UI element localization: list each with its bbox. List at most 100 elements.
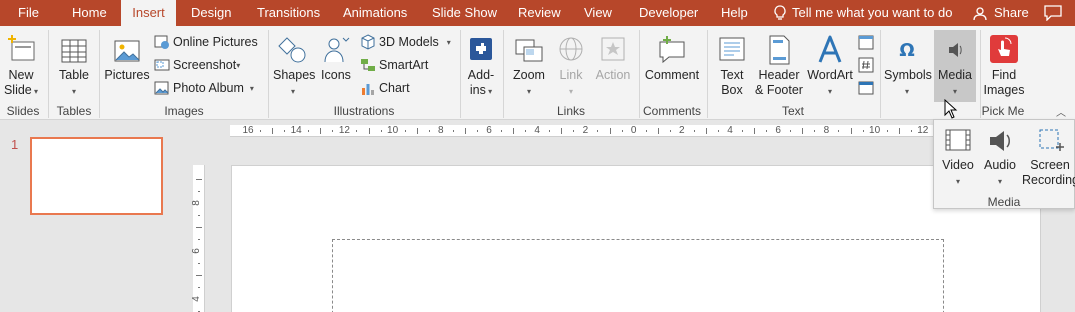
ruler-tick-mark [428,130,430,132]
ruler-tick-mark [196,227,202,228]
tab-design[interactable]: Design [191,0,231,26]
ruler-tick-mark [766,130,768,132]
icons-button[interactable]: Icons [318,34,354,83]
add-ins-button[interactable]: Add- ins ▾ [463,34,499,99]
screen-recording-button[interactable]: Screen Recording [1022,126,1075,188]
screenshot-label: Screenshot [173,58,237,72]
omega-icon: Ω [899,40,914,61]
video-button[interactable]: Video ▾ [940,126,976,189]
ruler-tick-mark [332,130,334,132]
tab-insert[interactable]: Insert [121,0,176,27]
shapes-label: Shapes [273,68,316,82]
ruler-tick-mark [862,130,864,132]
audio-button[interactable]: Audio ▾ [982,126,1018,189]
ruler-tick-mark [196,179,202,180]
comment-button[interactable]: Comment [643,34,701,83]
shapes-button[interactable]: Shapes ▾ [273,34,316,99]
calendar-icon [858,35,874,50]
insert-ribbon: New Slide ▾ Slides Table ▾ Tables Pictur… [0,26,1075,120]
chevron-down-icon: ▾ [568,87,573,96]
group-separator [707,30,708,118]
ruler-tick-label: 4 [727,125,733,136]
screen-recording-icon [1039,129,1064,151]
ruler-tick-mark [416,128,418,134]
content-placeholder[interactable] [332,239,944,312]
zoom-button[interactable]: Zoom ▾ [508,34,550,99]
pictures-label: Pictures [104,68,150,82]
tab-transitions[interactable]: Transitions [257,0,320,26]
audio-label: Audio [984,158,1016,172]
group-label-links: Links [556,104,585,118]
ruler-tick-mark [513,128,515,134]
tab-view[interactable]: View [584,0,612,26]
media-button[interactable]: Media ▾ [934,30,976,102]
tab-home[interactable]: Home [72,0,107,26]
text-box-button[interactable]: Text Box [713,34,751,98]
screen-recording-label-1: Screen [1030,158,1070,172]
video-label: Video [942,158,974,172]
online-pictures-button[interactable]: Online Pictures [154,32,258,52]
ruler-tick-mark [198,239,200,240]
tab-developer[interactable]: Developer [639,0,698,26]
link-button[interactable]: Link ▾ [553,34,589,99]
wordart-label: WordArt [807,68,853,82]
ruler-tick-mark [525,130,527,132]
ruler-tick-mark [198,263,200,264]
slide-thumbnail[interactable] [30,137,163,215]
chart-button[interactable]: Chart [360,78,410,98]
ruler-tick-mark [561,128,563,134]
find-images-button[interactable]: Find Images [982,34,1026,98]
action-button[interactable]: Action [592,34,634,83]
object-button[interactable] [858,78,877,98]
ruler-tick-mark [380,130,382,132]
ruler-tick-label: 10 [387,125,399,136]
photo-album-icon [154,81,169,95]
ruler-tick-mark [838,130,840,132]
tab-animations[interactable]: Animations [343,0,407,26]
ribbon-tab-bar: File Home Insert Design Transitions Anim… [0,0,1075,27]
ruler-tick-label: 4 [190,296,202,302]
new-slide-label-2: Slide [3,83,32,97]
slide-number-button[interactable] [858,55,877,75]
chevron-down-icon: ▾ [526,87,531,96]
ruler-tick-mark [717,130,719,132]
table-button[interactable]: Table ▾ [55,34,93,99]
mouse-cursor-icon [944,99,958,119]
chevron-down-icon: ▾ [446,37,451,47]
chevron-down-icon: ▾ [290,87,295,96]
ruler-tick-mark [910,130,912,132]
header-footer-button[interactable]: Header & Footer [754,34,804,98]
screenshot-button[interactable]: Screenshot ▾ [154,55,240,75]
collapse-ribbon-icon[interactable]: ︿ [1054,104,1068,119]
tab-slide-show[interactable]: Slide Show [432,0,497,26]
online-pictures-label: Online Pictures [173,35,258,49]
symbols-button[interactable]: Ω Symbols ▾ [884,34,932,99]
ruler-tick-label: 10 [869,125,881,136]
new-slide-button[interactable]: New Slide ▾ [3,34,39,99]
ruler-tick-mark [320,128,322,134]
group-separator [503,30,504,118]
group-label-illustrations: Illustrations [333,104,395,118]
comments-icon[interactable] [1044,0,1062,26]
ruler-tick-mark [476,130,478,132]
pictures-button[interactable]: Pictures [104,34,150,83]
smartart-button[interactable]: SmartArt [360,55,428,75]
photo-album-button[interactable]: Photo Album ▾ [154,78,254,98]
wordart-button[interactable]: WordArt ▾ [805,34,855,99]
group-separator [48,30,49,118]
tab-help[interactable]: Help [721,0,748,26]
ruler-tick-mark [645,130,647,132]
tab-review[interactable]: Review [518,0,561,26]
new-slide-label-1: New [8,68,34,82]
ruler-tick-mark [742,130,744,132]
tab-file[interactable]: File [18,0,39,26]
date-time-button[interactable] [858,32,877,52]
group-label-pick-me: Pick Me [981,104,1025,118]
3d-models-button[interactable]: 3D Models ▾ [360,32,451,52]
tell-me-search[interactable]: Tell me what you want to do [792,0,952,26]
share-button[interactable]: Share [994,0,1029,26]
photo-album-label: Photo Album [173,81,244,95]
chevron-down-icon: ▾ [485,87,493,96]
ruler-tick-mark [260,130,262,132]
add-ins-label-2: ins [469,83,486,97]
